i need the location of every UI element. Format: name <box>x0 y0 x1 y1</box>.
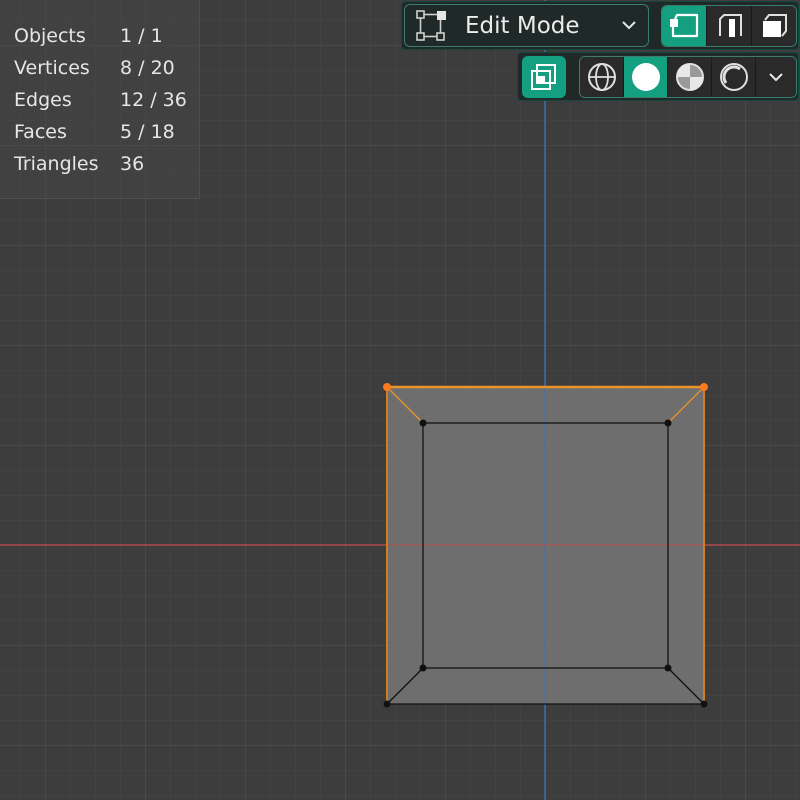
vertex-select-button[interactable] <box>662 6 707 46</box>
stat-faces: Faces 5 / 18 <box>0 116 199 148</box>
stat-objects: Objects 1 / 1 <box>0 20 199 52</box>
solid-icon <box>631 63 660 91</box>
vertex[interactable] <box>664 419 672 427</box>
stat-value: 12 / 36 <box>120 89 187 111</box>
stat-value: 1 / 1 <box>120 25 163 47</box>
mode-label: Edit Mode <box>465 12 580 39</box>
vertex[interactable] <box>383 700 391 708</box>
stat-value: 36 <box>120 153 145 175</box>
edit-mode-icon <box>416 9 446 41</box>
mode-dropdown[interactable]: Edit Mode <box>404 4 649 47</box>
material-preview-button[interactable] <box>668 57 712 97</box>
xray-toggle-button[interactable] <box>522 56 566 98</box>
stat-vertices: Vertices 8 / 20 <box>0 52 199 84</box>
selected-vertex[interactable] <box>383 383 391 391</box>
edge-select-icon <box>719 14 742 37</box>
rendered-shading-button[interactable] <box>712 57 756 97</box>
vertex[interactable] <box>700 700 708 708</box>
stat-label: Objects <box>14 25 86 47</box>
vertex-select-icon <box>670 13 699 38</box>
vertex[interactable] <box>419 664 427 672</box>
vertex[interactable] <box>419 419 427 427</box>
viewport-header: Edit Mode <box>401 1 799 50</box>
mesh-object[interactable] <box>383 383 708 708</box>
stat-value: 5 / 18 <box>120 121 175 143</box>
rendered-icon <box>719 63 748 91</box>
chevron-down-icon <box>769 73 783 82</box>
statistics-overlay: Objects 1 / 1 Vertices 8 / 20 Edges 12 /… <box>0 0 200 199</box>
solid-shading-button[interactable] <box>624 57 668 97</box>
wireframe-icon <box>587 63 616 91</box>
face-select-icon <box>763 14 787 37</box>
vertex[interactable] <box>664 664 672 672</box>
stat-label: Triangles <box>14 153 99 175</box>
chevron-down-icon <box>622 21 636 30</box>
shading-mode-group <box>579 56 797 98</box>
stat-label: Vertices <box>14 57 90 79</box>
xray-toggle-icon <box>531 64 556 90</box>
select-mode-group <box>661 5 797 47</box>
edge-select-button[interactable] <box>707 6 752 46</box>
stat-edges: Edges 12 / 36 <box>0 84 199 116</box>
selected-vertex[interactable] <box>700 383 708 391</box>
wireframe-shading-button[interactable] <box>580 57 624 97</box>
stat-label: Faces <box>14 121 67 143</box>
stat-triangles: Triangles 36 <box>0 148 199 180</box>
stat-value: 8 / 20 <box>120 57 175 79</box>
face-select-button[interactable] <box>752 6 796 46</box>
material-preview-icon <box>675 63 704 91</box>
shading-options-dropdown[interactable] <box>756 57 796 97</box>
shading-header <box>517 52 799 101</box>
stat-label: Edges <box>14 89 72 111</box>
